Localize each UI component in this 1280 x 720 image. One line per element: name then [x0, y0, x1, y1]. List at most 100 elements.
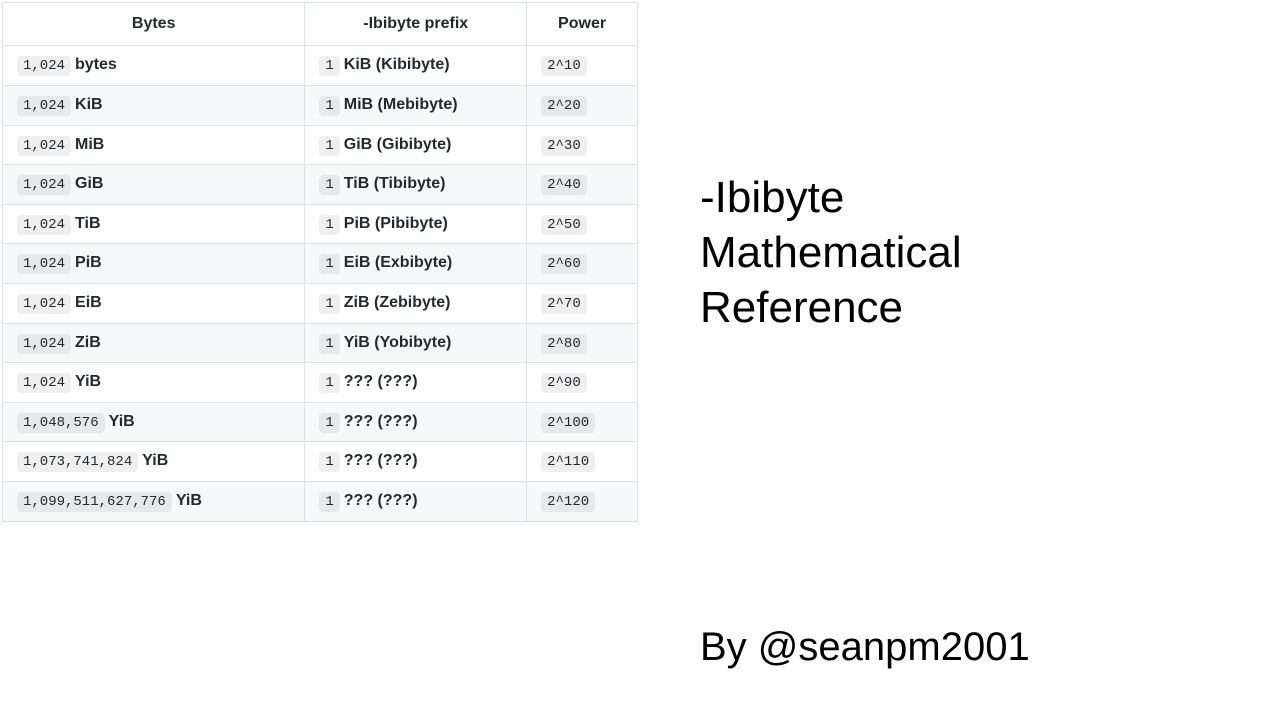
power-value: 2^60 — [541, 254, 587, 274]
cell-power: 2^30 — [527, 125, 638, 165]
cell-power: 2^70 — [527, 283, 638, 323]
prefix-number: 1 — [319, 96, 339, 116]
prefix-number: 1 — [319, 294, 339, 314]
bytes-unit: YiB — [75, 373, 101, 390]
table-row: 1,048,576YiB 1 ??? (???) 2^100 — [3, 402, 638, 442]
prefix-number: 1 — [319, 334, 339, 354]
bytes-number: 1,024 — [17, 136, 71, 156]
bytes-number: 1,024 — [17, 334, 71, 354]
power-value: 2^40 — [541, 175, 587, 195]
bytes-number: 1,024 — [17, 215, 71, 235]
bytes-unit: EiB — [75, 294, 102, 311]
prefix-label: YiB (Yobibyte) — [344, 334, 452, 351]
bytes-unit: YiB — [109, 413, 135, 430]
table-row: 1,024TiB1PiB (Pibibyte)2^50 — [3, 204, 638, 244]
power-value: 2^70 — [541, 294, 587, 314]
cell-prefix: 1 ??? (???) — [305, 402, 527, 442]
table-row: 1,024GiB1TiB (Tibibyte)2^40 — [3, 165, 638, 205]
table-row: 1,099,511,627,776YiB1??? (???)2^120 — [3, 481, 638, 521]
prefix-number: 1 — [319, 254, 339, 274]
cell-bytes: 1,024ZiB — [3, 323, 305, 363]
prefix-label: ??? (???) — [344, 413, 418, 430]
bytes-unit: GiB — [75, 175, 103, 192]
cell-power: 2^80 — [527, 323, 638, 363]
prefix-number: 1 — [319, 492, 339, 512]
cell-prefix: 1 MiB (Mebibyte) — [305, 85, 527, 125]
power-value: 2^80 — [541, 334, 587, 354]
cell-power: 2^100 — [527, 402, 638, 442]
cell-power: 2^60 — [527, 244, 638, 284]
cell-bytes: 1,024TiB — [3, 204, 305, 244]
cell-bytes: 1,073,741,824YiB — [3, 442, 305, 482]
col-header-prefix: -Ibibyte prefix — [305, 3, 527, 46]
prefix-label: MiB (Mebibyte) — [344, 96, 458, 113]
cell-power: 2^40 — [527, 165, 638, 205]
power-value: 2^30 — [541, 136, 587, 156]
table-row: 1,024bytes 1 KiB (Kibibyte) 2^10 — [3, 46, 638, 86]
bytes-number: 1,024 — [17, 254, 71, 274]
cell-power: 2^110 — [527, 442, 638, 482]
prefix-label: GiB (Gibibyte) — [344, 136, 452, 153]
cell-power: 2^90 — [527, 363, 638, 403]
col-header-power: Power — [527, 3, 638, 46]
cell-prefix: 1??? (???) — [305, 442, 527, 482]
bytes-unit: TiB — [75, 215, 100, 232]
table-row: 1,024YiB 1 ??? (???) 2^90 — [3, 363, 638, 403]
bytes-unit: ZiB — [75, 334, 101, 351]
bytes-number: 1,024 — [17, 175, 71, 195]
prefix-number: 1 — [319, 136, 339, 156]
cell-bytes: 1,024PiB — [3, 244, 305, 284]
bytes-number: 1,024 — [17, 96, 71, 116]
prefix-label: TiB (Tibibyte) — [344, 175, 446, 192]
table-row: 1,024ZiB 1 YiB (Yobibyte) 2^80 — [3, 323, 638, 363]
cell-bytes: 1,024bytes — [3, 46, 305, 86]
prefix-label: PiB (Pibibyte) — [344, 215, 448, 232]
cell-prefix: 1 ZiB (Zebibyte) — [305, 283, 527, 323]
page-title: -Ibibyte Mathematical Reference — [700, 170, 962, 335]
bytes-number: 1,099,511,627,776 — [17, 492, 172, 512]
bytes-number: 1,024 — [17, 373, 71, 393]
table-row: 1,024MiB 1 GiB (Gibibyte) 2^30 — [3, 125, 638, 165]
bytes-unit: YiB — [176, 492, 202, 509]
ibibyte-table: Bytes -Ibibyte prefix Power 1,024bytes1K… — [2, 2, 638, 522]
cell-prefix: 1 KiB (Kibibyte) — [305, 46, 527, 86]
bytes-unit: PiB — [75, 254, 102, 271]
table-row: 1,024KiB1MiB (Mebibyte)2^20 — [3, 85, 638, 125]
prefix-number: 1 — [319, 56, 339, 76]
power-value: 2^10 — [541, 56, 587, 76]
table-row: 1,024EiB1ZiB (Zebibyte)2^70 — [3, 283, 638, 323]
col-header-bytes: Bytes — [3, 3, 305, 46]
prefix-number: 1 — [319, 215, 339, 235]
cell-prefix: 1 GiB (Gibibyte) — [305, 125, 527, 165]
prefix-label: ZiB (Zebibyte) — [344, 294, 451, 311]
bytes-unit: bytes — [75, 56, 117, 73]
table-body: 1,024bytes1KiB (Kibibyte)2^101,024KiB1Mi… — [3, 46, 638, 521]
cell-bytes: 1,048,576YiB — [3, 402, 305, 442]
prefix-number: 1 — [319, 373, 339, 393]
prefix-label: KiB (Kibibyte) — [344, 56, 450, 73]
power-value: 2^90 — [541, 373, 587, 393]
byline: By @seanpm2001 — [700, 625, 1030, 670]
prefix-label: EiB (Exbibyte) — [344, 254, 452, 271]
prefix-label: ??? (???) — [344, 373, 418, 390]
bytes-number: 1,048,576 — [17, 413, 105, 433]
cell-prefix: 1 EiB (Exbibyte) — [305, 244, 527, 284]
table-row: 1,073,741,824YiB1??? (???)2^110 — [3, 442, 638, 482]
cell-bytes: 1,024KiB — [3, 85, 305, 125]
cell-bytes: 1,024MiB — [3, 125, 305, 165]
prefix-number: 1 — [319, 413, 339, 433]
cell-prefix: 1TiB (Tibibyte) — [305, 165, 527, 205]
bytes-number: 1,024 — [17, 56, 71, 76]
cell-prefix: 1 ??? (???) — [305, 363, 527, 403]
bytes-number: 1,073,741,824 — [17, 452, 138, 472]
cell-bytes: 1,024YiB — [3, 363, 305, 403]
cell-bytes: 1,099,511,627,776YiB — [3, 481, 305, 521]
power-value: 2^100 — [541, 413, 595, 433]
cell-prefix: 1 YiB (Yobibyte) — [305, 323, 527, 363]
table-row: 1,024PiB 1 EiB (Exbibyte) 2^60 — [3, 244, 638, 284]
cell-prefix: 1??? (???) — [305, 481, 527, 521]
cell-bytes: 1,024GiB — [3, 165, 305, 205]
bytes-unit: KiB — [75, 96, 103, 113]
bytes-unit: MiB — [75, 136, 104, 153]
prefix-label: ??? (???) — [344, 452, 418, 469]
